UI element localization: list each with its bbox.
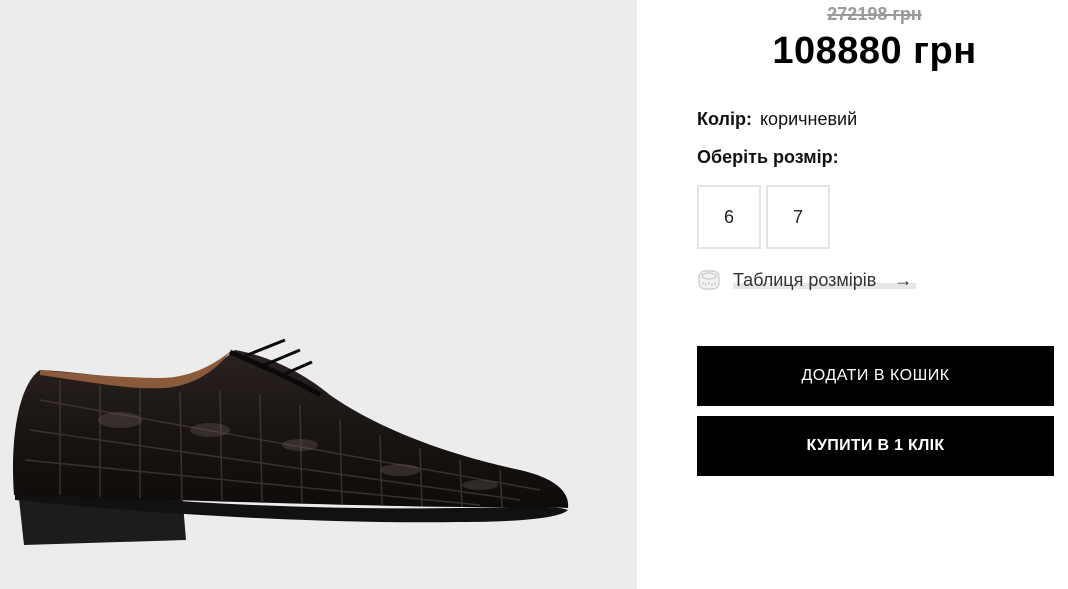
arrow-right-icon: →	[894, 269, 913, 290]
product-info: 272198 грн 108880 грн Колір: коричневий …	[637, 0, 1068, 589]
current-price: 108880 грн	[772, 30, 977, 72]
size-chart-label: Таблиця розмірів	[733, 269, 877, 290]
buy-one-click-button[interactable]: КУПИТИ В 1 КЛІК	[697, 416, 1054, 476]
size-chart-link[interactable]: Таблиця розмірів →	[697, 268, 917, 292]
size-option-7[interactable]: 7	[766, 185, 830, 249]
shoe-illustration	[13, 338, 569, 545]
product-image[interactable]	[0, 0, 637, 589]
size-chart-label-wrap: Таблиця розмірів →	[733, 269, 917, 291]
add-to-cart-button[interactable]: ДОДАТИ В КОШИК	[697, 346, 1054, 406]
size-title: Оберіть розмір:	[697, 147, 839, 167]
size-option-6[interactable]: 6	[697, 185, 761, 249]
measuring-tape-icon	[698, 270, 720, 290]
old-price: 272198 грн	[827, 4, 922, 24]
color-value: коричневий	[759, 109, 858, 129]
color-row: Колір: коричневий	[697, 109, 857, 130]
size-options: 6 7	[697, 185, 830, 249]
color-label: Колір:	[697, 109, 752, 129]
